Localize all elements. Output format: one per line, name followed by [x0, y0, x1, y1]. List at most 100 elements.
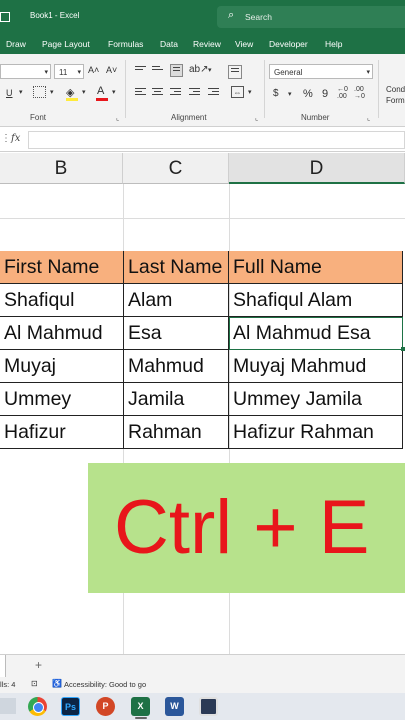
column-header-b[interactable]: B	[0, 153, 123, 184]
header-cell-last-name[interactable]: Last Name	[124, 251, 229, 284]
align-right-icon[interactable]	[170, 88, 181, 97]
increase-decimal-icon[interactable]: ←0.00	[337, 86, 348, 100]
tab-formulas[interactable]: Formulas	[108, 39, 143, 49]
align-center-icon[interactable]	[152, 88, 163, 97]
table-cell[interactable]: Hafizur	[0, 416, 124, 449]
number-group-label: Number	[301, 113, 330, 122]
currency-button[interactable]: $	[273, 88, 279, 99]
chevron-down-icon[interactable]: ▾	[82, 88, 86, 96]
top-align-icon[interactable]	[135, 66, 146, 75]
font-size-select[interactable]: 11 ▾	[54, 64, 84, 79]
font-color-button[interactable]: A	[97, 85, 104, 97]
dialog-launcher-icon[interactable]: ⌞	[367, 114, 370, 122]
middle-align-icon[interactable]	[152, 66, 163, 75]
alignment-group-label: Alignment	[171, 113, 207, 122]
dialog-launcher-icon[interactable]: ⌞	[116, 114, 119, 122]
shortcut-callout: Ctrl + E	[88, 463, 405, 593]
active-app-indicator	[135, 717, 147, 719]
chevron-down-icon: ▾	[77, 69, 81, 76]
powerpoint-icon[interactable]: P	[96, 697, 115, 716]
window-title: Book1 - Excel	[30, 11, 80, 20]
comma-style-button[interactable]: 9	[322, 88, 328, 100]
tab-review[interactable]: Review	[193, 39, 221, 49]
fill-color-swatch	[66, 98, 78, 101]
chevron-down-icon: ▾	[44, 69, 48, 76]
table-cell[interactable]: Ummey Jamila	[229, 383, 403, 416]
table-cell[interactable]: Shafiqul	[0, 284, 124, 317]
table-cell[interactable]: Alam	[124, 284, 229, 317]
orientation-icon[interactable]: ab↗	[189, 64, 209, 75]
underline-button[interactable]: U	[6, 88, 13, 98]
accessibility-icon[interactable]: ♿	[52, 679, 62, 688]
formula-input[interactable]	[28, 131, 405, 149]
table-cell[interactable]: Muyaj	[0, 350, 124, 383]
decrease-indent-icon[interactable]	[189, 88, 200, 97]
chevron-down-icon[interactable]: ▾	[248, 88, 252, 96]
tab-help[interactable]: Help	[325, 39, 342, 49]
chevron-down-icon: ▾	[366, 69, 370, 76]
column-header-d[interactable]: D	[229, 153, 405, 184]
increase-indent-icon[interactable]	[208, 88, 219, 97]
dialog-launcher-icon[interactable]: ⌞	[255, 114, 258, 122]
window-icon	[0, 12, 10, 22]
chevron-down-icon[interactable]: ▾	[288, 90, 292, 98]
format-as-table-label[interactable]: Form	[386, 96, 405, 105]
header-cell-full-name[interactable]: Full Name	[229, 251, 403, 284]
ribbon-tabs: Draw Page Layout Formulas Data Review Vi…	[0, 34, 405, 54]
chevron-down-icon[interactable]: ▾	[50, 88, 54, 96]
search-box[interactable]: ⌕ Search	[217, 6, 405, 28]
tab-draw[interactable]: Draw	[6, 39, 26, 49]
word-icon[interactable]: W	[165, 697, 184, 716]
tab-view[interactable]: View	[235, 39, 253, 49]
table-cell[interactable]: Mahmud	[124, 350, 229, 383]
tab-page-layout[interactable]: Page Layout	[42, 39, 90, 49]
ribbon: ▾ 11 ▾ A˄ A˅ U ▾ ▾ ◈ ▾ A ▾ Font ⌞ ab↗ ▾ …	[0, 54, 405, 127]
accessibility-status[interactable]: Accessibility: Good to go	[64, 680, 146, 689]
bottom-align-icon[interactable]	[170, 64, 183, 77]
table-cell[interactable]: Shafiqul Alam	[229, 284, 403, 317]
shortcut-text: Ctrl + E	[114, 485, 370, 570]
app-window-icon[interactable]	[199, 697, 218, 716]
tab-developer[interactable]: Developer	[269, 39, 308, 49]
align-left-icon[interactable]	[135, 88, 146, 97]
table-cell[interactable]: Esa	[124, 317, 229, 350]
shrink-font-button[interactable]: A˅	[106, 65, 117, 75]
sheet-tab[interactable]	[0, 655, 6, 678]
font-group-label: Font	[30, 113, 47, 122]
merge-center-icon[interactable]: ⇔	[231, 86, 244, 98]
insert-function-button[interactable]: fx	[11, 133, 20, 144]
table-cell[interactable]: Muyaj Mahmud	[229, 350, 403, 383]
table-cell[interactable]: Rahman	[124, 416, 229, 449]
photoshop-icon[interactable]: Ps	[61, 697, 80, 716]
decrease-decimal-icon[interactable]: .00 →0	[354, 86, 365, 100]
taskbar-item[interactable]	[0, 698, 16, 714]
add-sheet-button[interactable]: +	[35, 658, 42, 672]
conditional-formatting-label[interactable]: Cond	[386, 85, 405, 94]
chevron-down-icon[interactable]: ▾	[19, 88, 23, 96]
chrome-icon[interactable]	[28, 697, 47, 716]
font-name-select[interactable]: ▾	[0, 64, 51, 79]
table-cell[interactable]: Jamila	[124, 383, 229, 416]
chevron-down-icon[interactable]: ▾	[208, 66, 212, 74]
table-cell[interactable]: Ummey	[0, 383, 124, 416]
header-cell-first-name[interactable]: First Name	[0, 251, 124, 284]
tab-data[interactable]: Data	[160, 39, 178, 49]
percent-button[interactable]: %	[303, 88, 313, 100]
excel-icon[interactable]: X	[131, 697, 150, 716]
grow-font-button[interactable]: A˄	[88, 65, 99, 75]
title-bar: Book1 - Excel ⌕ Search	[0, 0, 405, 34]
font-size-value: 11	[59, 68, 68, 77]
table-cell[interactable]: Al Mahmud	[0, 317, 124, 350]
borders-icon[interactable]	[33, 86, 46, 98]
number-format-value: General	[274, 68, 303, 77]
wrap-text-icon[interactable]	[228, 65, 242, 79]
formula-bar: ⋮ fx	[0, 128, 405, 152]
column-header-c[interactable]: C	[123, 153, 229, 184]
cell-count: lls: 4	[0, 680, 16, 689]
number-format-select[interactable]: General ▾	[269, 64, 373, 79]
table-cell[interactable]: Hafizur Rahman	[229, 416, 403, 449]
fill-handle[interactable]	[401, 347, 405, 351]
macro-record-icon[interactable]: ⊡	[31, 679, 38, 688]
chevron-down-icon[interactable]: ▾	[112, 88, 116, 96]
name-box-splitter[interactable]: ⋮	[1, 133, 11, 144]
